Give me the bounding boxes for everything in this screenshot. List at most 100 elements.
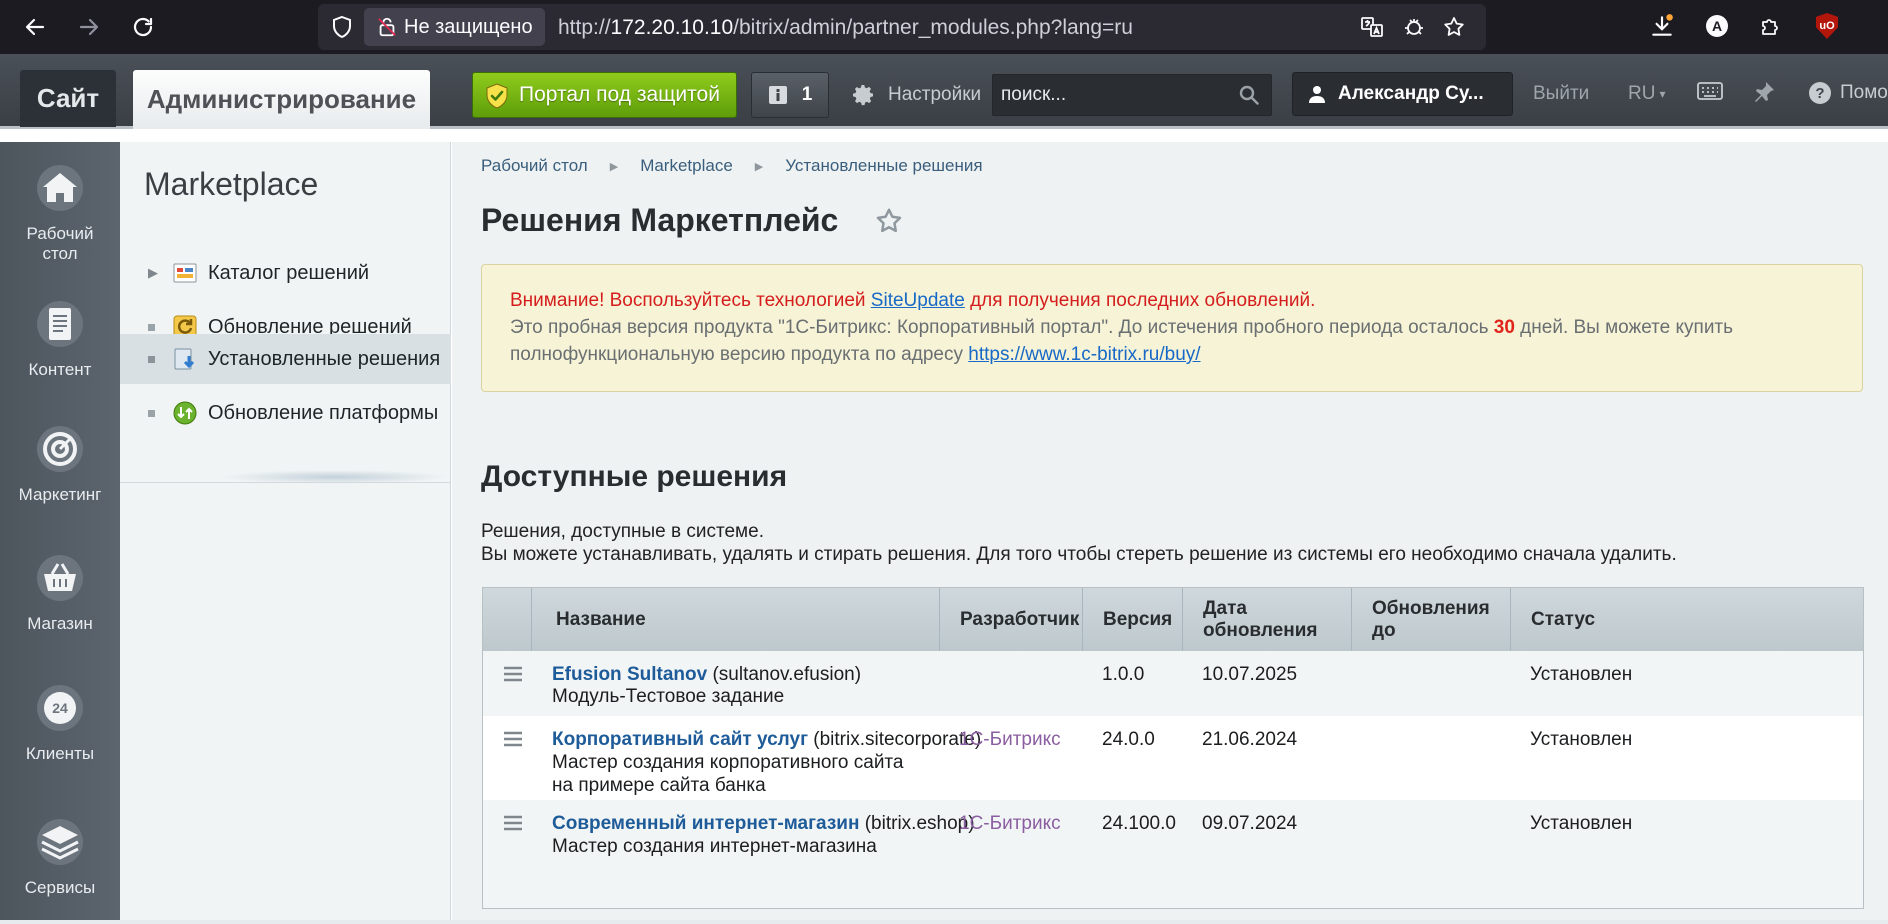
update-notice: Внимание! Воспользуйтесь технологией Sit… xyxy=(481,264,1863,392)
svg-text:?: ? xyxy=(1815,85,1824,102)
ublock-shield-icon: uO xyxy=(1816,13,1838,39)
language-label: RU xyxy=(1628,83,1656,104)
left-menu-content-label: Контент xyxy=(28,360,92,379)
table-row[interactable]: Корпоративный сайт услуг (bitrix.sitecor… xyxy=(483,716,1863,800)
breadcrumb-desktop[interactable]: Рабочий стол xyxy=(481,156,588,176)
column-header-date[interactable]: Дата обновления xyxy=(1182,588,1352,651)
solutions-table: Название Разработчик Версия Дата обновлен… xyxy=(482,587,1864,909)
logout-link[interactable]: Выйти xyxy=(1533,83,1589,105)
language-select[interactable]: RU ▾ xyxy=(1628,83,1665,105)
settings-label: Настройки xyxy=(888,84,982,105)
bullet-icon xyxy=(148,409,155,417)
section-title: Доступные решения xyxy=(481,460,788,493)
help-link[interactable]: ? Помо xyxy=(1808,81,1888,105)
extensions-button[interactable] xyxy=(1754,9,1788,43)
developer-cell[interactable]: 1С-Битрикс xyxy=(959,728,1061,751)
help-label: Помо xyxy=(1840,82,1888,103)
notice-trial-text: Это пробная версия продукта "1С-Битрикс:… xyxy=(510,317,1734,365)
status-cell: Установлен xyxy=(1530,813,1633,834)
browser-toolbar: Не защищено http://172.20.10.10/bitrix/a… xyxy=(0,0,1888,54)
portal-protected-label: Портал под защитой xyxy=(519,83,720,106)
url-prefix: http:// xyxy=(558,16,611,39)
bullet-icon xyxy=(148,355,155,363)
left-menu-desktop-label: Рабочий стол xyxy=(26,224,94,263)
left-menu-marketing[interactable]: Маркетинг xyxy=(0,425,120,535)
left-menu-content[interactable]: Контент xyxy=(0,300,120,410)
submenu-item-installed[interactable]: Установленные решения xyxy=(120,334,451,384)
keyboard-button[interactable] xyxy=(1697,81,1723,107)
left-menu-clients[interactable]: 24 Клиенты xyxy=(0,684,120,794)
table-row[interactable]: Efusion Sultanov (sultanov.efusion) Моду… xyxy=(483,651,1863,716)
solution-description: Мастер создания корпоративного сайта на … xyxy=(552,752,904,796)
row-actions-menu-icon[interactable] xyxy=(502,728,524,750)
submenu-item-platform-update[interactable]: Обновление платформы xyxy=(120,388,451,438)
reload-button[interactable] xyxy=(124,8,162,46)
svg-text:24: 24 xyxy=(52,700,68,716)
column-header-developer[interactable]: Разработчик xyxy=(939,588,1083,651)
solution-name-link[interactable]: Современный интернет-магазин xyxy=(552,813,859,834)
left-menu-shop[interactable]: Магазин xyxy=(0,554,120,664)
bug-icon xyxy=(1405,19,1423,35)
notifications-button[interactable]: 1 xyxy=(751,72,829,118)
left-menu-services-label: Сервисы xyxy=(24,878,96,897)
column-header-updates-until[interactable]: Обновления до xyxy=(1351,588,1511,651)
column-header-name[interactable]: Название xyxy=(531,588,939,651)
search-icon[interactable] xyxy=(1239,85,1259,105)
settings-link[interactable]: Настройки xyxy=(852,83,981,107)
url-text[interactable]: http://172.20.10.10/bitrix/admin/partner… xyxy=(558,16,1133,40)
help-icon: ? xyxy=(1809,82,1831,104)
back-button[interactable] xyxy=(16,8,54,46)
expand-arrow-icon[interactable]: ▶ xyxy=(148,265,158,281)
portal-protected-button[interactable]: Портал под защитой xyxy=(472,72,737,118)
submenu-item-catalog[interactable]: ▶ Каталог решений xyxy=(120,248,451,298)
column-header-status[interactable]: Статус xyxy=(1510,588,1663,651)
translate-button[interactable] xyxy=(1358,13,1386,41)
tab-administration[interactable]: Администрирование xyxy=(133,70,430,129)
tab-site[interactable]: Сайт xyxy=(20,70,116,127)
table-header: Название Разработчик Версия Дата обновлен… xyxy=(483,588,1863,651)
table-row[interactable]: Современный интернет-магазин (bitrix.esh… xyxy=(483,800,1863,908)
account-extension-button[interactable]: A xyxy=(1700,9,1734,43)
gear-icon xyxy=(853,85,873,106)
downloads-button[interactable] xyxy=(1645,9,1679,43)
buy-link[interactable]: https://www.1c-bitrix.ru/buy/ xyxy=(968,344,1200,365)
column-header-version[interactable]: Версия xyxy=(1082,588,1183,651)
siteupdate-link[interactable]: SiteUpdate xyxy=(871,290,965,311)
user-menu-button[interactable]: Александр Су... xyxy=(1292,72,1513,116)
left-main-menu: Рабочий стол Контент Маркетинг Магазин 24… xyxy=(0,142,120,924)
reader-extension-button[interactable] xyxy=(1400,13,1428,41)
solution-name-link[interactable]: Efusion Sultanov xyxy=(552,664,707,685)
address-bar[interactable]: Не защищено http://172.20.10.10/bitrix/a… xyxy=(318,4,1486,50)
bookmark-star-button[interactable] xyxy=(1440,13,1468,41)
marketplace-submenu: Marketplace ▶ Каталог решений Обновление… xyxy=(120,142,451,924)
platform-update-icon xyxy=(173,401,197,425)
search-input[interactable] xyxy=(1001,81,1231,109)
page-title: Решения Маркетплейс xyxy=(481,202,839,238)
solution-name-cell: Efusion Sultanov (sultanov.efusion) xyxy=(552,664,862,685)
bullet-icon xyxy=(148,323,155,331)
insecure-lock-icon xyxy=(378,17,396,37)
developer-cell[interactable]: 1С-Битрикс xyxy=(959,812,1061,835)
favorite-star-icon[interactable] xyxy=(874,206,904,236)
left-menu-desktop[interactable]: Рабочий стол xyxy=(0,164,120,274)
solution-name-cell: Корпоративный сайт услуг (bitrix.sitecor… xyxy=(552,729,982,750)
home-icon xyxy=(37,165,83,211)
submenu-item-label: Каталог решений xyxy=(208,261,370,284)
basket-icon xyxy=(37,555,83,601)
breadcrumb-marketplace[interactable]: Marketplace xyxy=(640,156,733,176)
pin-panel-button[interactable] xyxy=(1752,80,1776,110)
security-indicator[interactable]: Не защищено xyxy=(364,8,545,46)
row-actions-menu-icon[interactable] xyxy=(502,663,524,685)
chevron-down-icon: ▾ xyxy=(1659,87,1666,101)
tracking-shield-icon[interactable] xyxy=(330,15,354,39)
row-actions-menu-icon[interactable] xyxy=(502,812,524,834)
solution-name-link[interactable]: Корпоративный сайт услуг xyxy=(552,729,808,750)
version-cell: 24.0.0 xyxy=(1102,729,1155,750)
version-cell: 1.0.0 xyxy=(1102,664,1145,685)
left-menu-services[interactable]: Сервисы xyxy=(0,818,120,924)
forward-button[interactable] xyxy=(70,8,108,46)
ublock-button[interactable]: uO xyxy=(1810,9,1844,43)
breadcrumb: Рабочий стол ▶ Marketplace ▶ Установленн… xyxy=(481,156,983,176)
breadcrumb-installed[interactable]: Установленные решения xyxy=(785,156,982,176)
layers-icon xyxy=(37,819,83,865)
